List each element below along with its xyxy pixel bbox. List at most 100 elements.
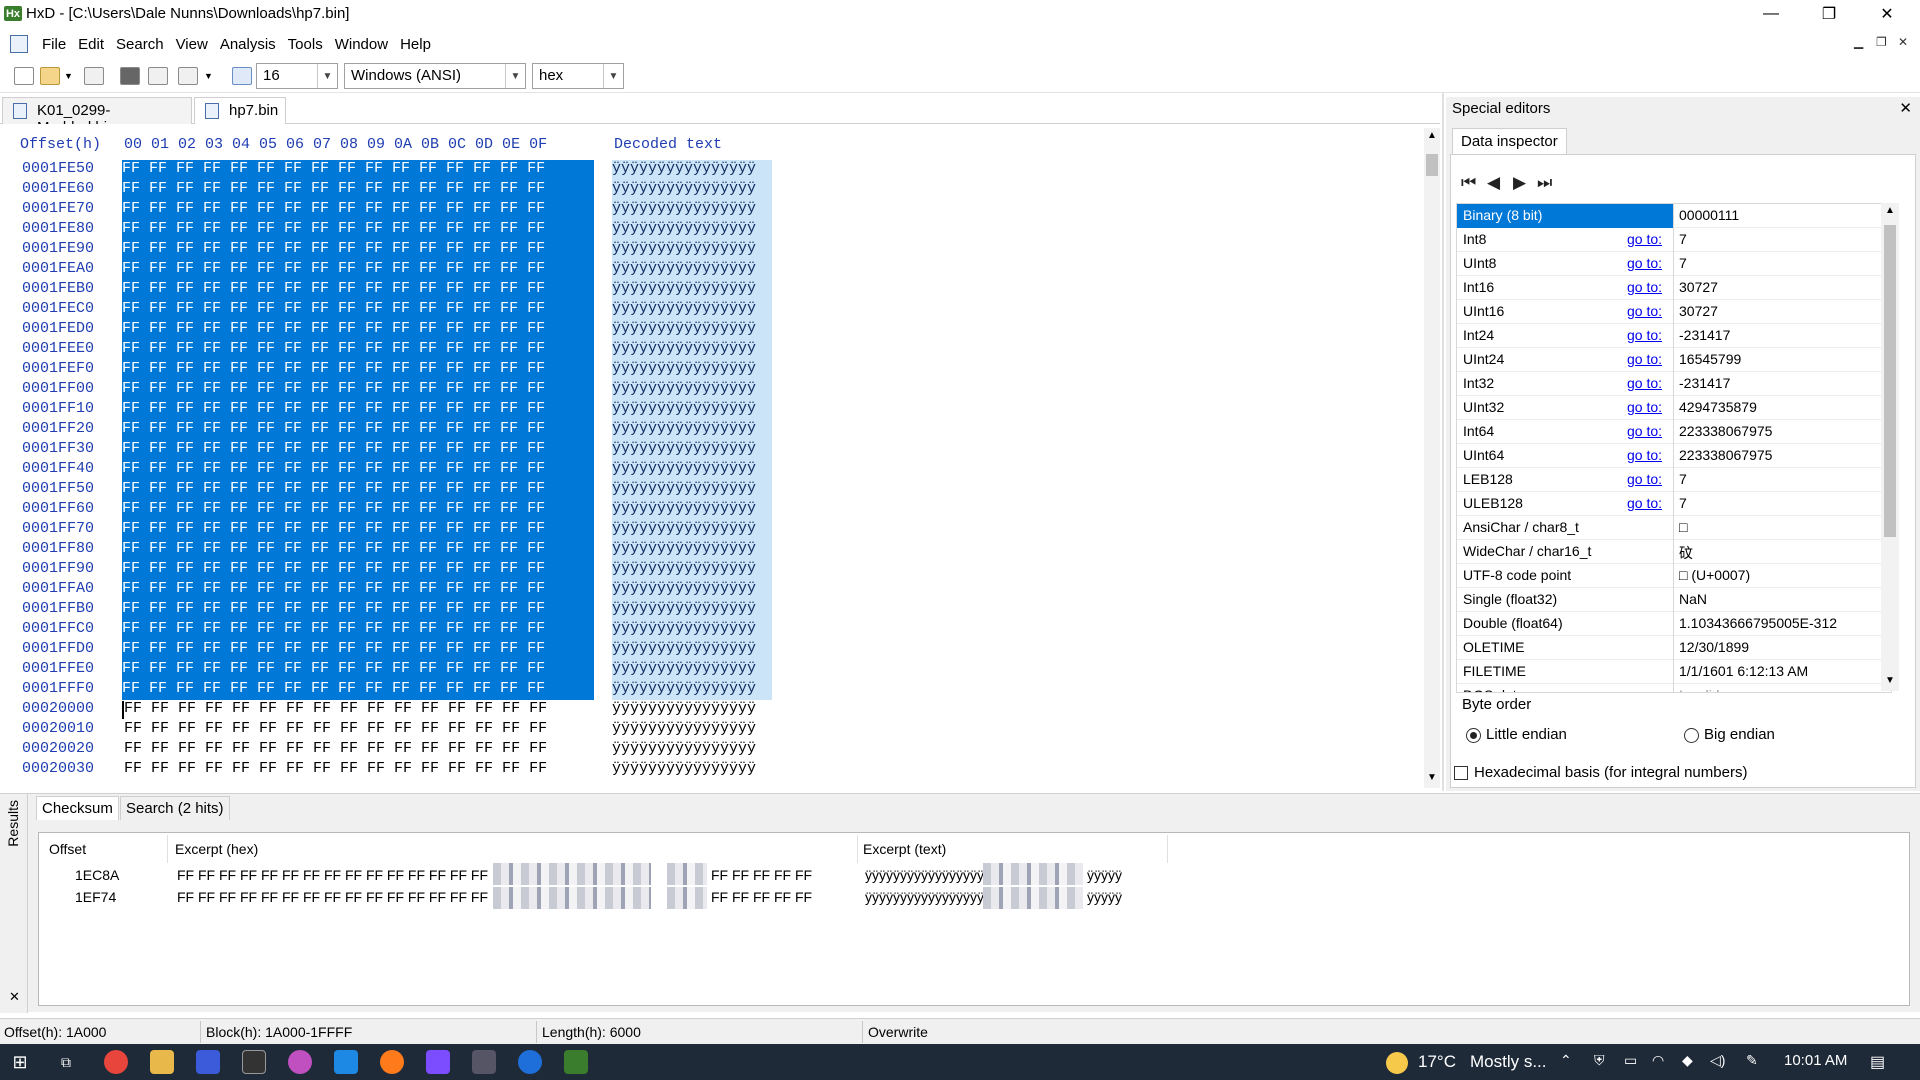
tab-checksum[interactable]: Checksum [36, 796, 119, 820]
decoded-text[interactable]: ÿÿÿÿÿÿÿÿÿÿÿÿÿÿÿÿ [612, 700, 772, 717]
scrollbar-thumb[interactable] [1426, 154, 1438, 176]
chevron-down-icon[interactable]: ▼ [603, 64, 623, 88]
goto-link[interactable]: go to: [1627, 399, 1662, 415]
menu-tools[interactable]: Tools [282, 36, 329, 53]
decoded-text-selected[interactable]: ÿÿÿÿÿÿÿÿÿÿÿÿÿÿÿÿ [612, 560, 772, 580]
first-icon[interactable]: ⏮ [1461, 173, 1476, 193]
inspector-value[interactable]: 7 [1679, 471, 1687, 487]
menu-search[interactable]: Search [110, 36, 170, 53]
dropbox-icon[interactable]: ◆ [1682, 1052, 1693, 1069]
inspector-row[interactable]: LEB128 go to: 7 [1457, 468, 1891, 492]
decoded-text-selected[interactable]: ÿÿÿÿÿÿÿÿÿÿÿÿÿÿÿÿ [612, 220, 772, 240]
previous-icon[interactable]: ◀ [1487, 173, 1500, 193]
inspector-value[interactable]: 7 [1679, 255, 1687, 271]
inspector-value[interactable]: NaN [1679, 591, 1707, 607]
inspector-value[interactable]: 1/1/1601 6:12:13 AM [1679, 663, 1808, 679]
hex-scrollbar[interactable]: ▲ ▼ [1424, 128, 1440, 788]
inspector-row[interactable]: OLETIME 12/30/1899 [1457, 636, 1891, 660]
hex-bytes[interactable]: FF FF FF FF FF FF FF FF FF FF FF FF FF F… [124, 760, 547, 777]
restore-button[interactable]: ❐ [1800, 0, 1858, 28]
close-button[interactable]: ✕ [1858, 0, 1916, 28]
close-file-icon[interactable] [120, 67, 140, 85]
decoded-text-selected[interactable]: ÿÿÿÿÿÿÿÿÿÿÿÿÿÿÿÿ [612, 380, 772, 400]
inspector-row[interactable]: UInt64 go to: 223338067975 [1457, 444, 1891, 468]
goto-link[interactable]: go to: [1627, 255, 1662, 271]
menu-edit[interactable]: Edit [72, 36, 110, 53]
hex-bytes-selected[interactable]: FF FF FF FF FF FF FF FF FF FF FF FF FF F… [122, 200, 594, 220]
hex-bytes[interactable]: FF FF FF FF FF FF FF FF FF FF FF FF FF F… [124, 740, 547, 757]
disk-editor-icon[interactable] [178, 67, 198, 85]
network-icon[interactable]: ◠ [1652, 1052, 1664, 1069]
last-icon[interactable]: ⏭ [1537, 173, 1552, 193]
inspector-row[interactable]: UInt16 go to: 30727 [1457, 300, 1891, 324]
decoded-text-selected[interactable]: ÿÿÿÿÿÿÿÿÿÿÿÿÿÿÿÿ [612, 540, 772, 560]
inspector-value[interactable]: 223338067975 [1679, 423, 1772, 439]
goto-link[interactable]: go to: [1627, 351, 1662, 367]
hex-bytes-selected[interactable]: FF FF FF FF FF FF FF FF FF FF FF FF FF F… [122, 340, 594, 360]
chrome-icon[interactable] [104, 1050, 128, 1074]
inspector-value[interactable]: -231417 [1679, 375, 1730, 391]
decoded-text-selected[interactable]: ÿÿÿÿÿÿÿÿÿÿÿÿÿÿÿÿ [612, 280, 772, 300]
scroll-down-icon[interactable]: ▼ [1885, 675, 1895, 686]
hex-bytes-selected[interactable]: FF FF FF FF FF FF FF FF FF FF FF FF FF F… [122, 580, 594, 600]
hex-bytes-selected[interactable]: FF FF FF FF FF FF FF FF FF FF FF FF FF F… [122, 400, 594, 420]
menu-file[interactable]: File [36, 36, 72, 53]
hex-bytes-selected[interactable]: FF FF FF FF FF FF FF FF FF FF FF FF FF F… [122, 420, 594, 440]
hex-bytes-selected[interactable]: FF FF FF FF FF FF FF FF FF FF FF FF FF F… [122, 480, 594, 500]
inspector-row[interactable]: Double (float64) 1.10343666795005E-312 [1457, 612, 1891, 636]
inspector-row[interactable]: Int32 go to: -231417 [1457, 372, 1891, 396]
security-icon[interactable]: ⛨ [1594, 1052, 1605, 1069]
pane-splitter[interactable] [1442, 93, 1444, 791]
scroll-up-icon[interactable]: ▲ [1885, 205, 1895, 216]
inspector-row[interactable]: Int8 go to: 7 [1457, 228, 1891, 252]
next-icon[interactable]: ▶ [1513, 173, 1526, 193]
text-column-header[interactable]: Excerpt (text) [863, 841, 946, 857]
inspector-row[interactable]: UInt32 go to: 4294735879 [1457, 396, 1891, 420]
decoded-text[interactable]: ÿÿÿÿÿÿÿÿÿÿÿÿÿÿÿÿ [612, 720, 772, 737]
decoded-text-selected[interactable]: ÿÿÿÿÿÿÿÿÿÿÿÿÿÿÿÿ [612, 520, 772, 540]
inspector-row[interactable]: UTF-8 code point □ (U+0007) [1457, 564, 1891, 588]
inspector-row[interactable]: Int64 go to: 223338067975 [1457, 420, 1891, 444]
decoded-text-selected[interactable]: ÿÿÿÿÿÿÿÿÿÿÿÿÿÿÿÿ [612, 420, 772, 440]
hex-bytes-selected[interactable]: FF FF FF FF FF FF FF FF FF FF FF FF FF F… [122, 680, 594, 700]
windows-start-icon[interactable]: ⊞ [8, 1050, 32, 1074]
inspector-value[interactable]: 7 [1679, 231, 1687, 247]
decoded-text-selected[interactable]: ÿÿÿÿÿÿÿÿÿÿÿÿÿÿÿÿ [612, 400, 772, 420]
doc-restore-icon[interactable]: ❐ [1876, 35, 1887, 49]
decoded-text-selected[interactable]: ÿÿÿÿÿÿÿÿÿÿÿÿÿÿÿÿ [612, 480, 772, 500]
file-explorer-icon[interactable] [150, 1050, 174, 1074]
hxd-app-icon[interactable]: Hx [4, 6, 22, 21]
decoded-text-selected[interactable]: ÿÿÿÿÿÿÿÿÿÿÿÿÿÿÿÿ [612, 620, 772, 640]
column-divider[interactable] [857, 835, 858, 863]
inspector-value[interactable]: 30727 [1679, 303, 1718, 319]
bytes-per-row-select[interactable]: 16 ▼ [256, 63, 338, 89]
tab-search-results[interactable]: Search (2 hits) [120, 796, 230, 820]
hex-bytes-selected[interactable]: FF FF FF FF FF FF FF FF FF FF FF FF FF F… [122, 220, 594, 240]
chevron-down-icon[interactable]: ▼ [505, 64, 525, 88]
decoded-text-selected[interactable]: ÿÿÿÿÿÿÿÿÿÿÿÿÿÿÿÿ [612, 360, 772, 380]
tab-hp7[interactable]: hp7.bin [194, 97, 286, 125]
hxd-taskbar-icon[interactable] [564, 1050, 588, 1074]
chevron-up-icon[interactable]: ⌃ [1560, 1052, 1572, 1069]
inspector-row[interactable]: FILETIME 1/1/1601 6:12:13 AM [1457, 660, 1891, 684]
decoded-text-selected[interactable]: ÿÿÿÿÿÿÿÿÿÿÿÿÿÿÿÿ [612, 240, 772, 260]
decoded-text-selected[interactable]: ÿÿÿÿÿÿÿÿÿÿÿÿÿÿÿÿ [612, 500, 772, 520]
inspector-value[interactable]: 00000111 [1679, 207, 1739, 223]
offset-column-header[interactable]: Offset [49, 841, 86, 857]
disk-dropdown-icon[interactable]: ▼ [204, 71, 213, 81]
document-icon[interactable] [10, 35, 28, 53]
hex-bytes-selected[interactable]: FF FF FF FF FF FF FF FF FF FF FF FF FF F… [122, 260, 594, 280]
inspector-row[interactable]: UInt24 go to: 16545799 [1457, 348, 1891, 372]
offset-base-select[interactable]: hex ▼ [532, 63, 624, 89]
menu-view[interactable]: View [170, 36, 214, 53]
hex-bytes-selected[interactable]: FF FF FF FF FF FF FF FF FF FF FF FF FF F… [122, 620, 594, 640]
clock-time[interactable]: 10:01 AM [1784, 1052, 1847, 1069]
scroll-down-icon[interactable]: ▼ [1427, 772, 1437, 783]
decoded-text-selected[interactable]: ÿÿÿÿÿÿÿÿÿÿÿÿÿÿÿÿ [612, 180, 772, 200]
hex-bytes-selected[interactable]: FF FF FF FF FF FF FF FF FF FF FF FF FF F… [122, 280, 594, 300]
goto-link[interactable]: go to: [1627, 471, 1662, 487]
ram-editor-icon[interactable] [148, 67, 168, 85]
inspector-row[interactable]: ULEB128 go to: 7 [1457, 492, 1891, 516]
inspector-value[interactable]: 223338067975 [1679, 447, 1772, 463]
firefox-icon[interactable] [380, 1050, 404, 1074]
